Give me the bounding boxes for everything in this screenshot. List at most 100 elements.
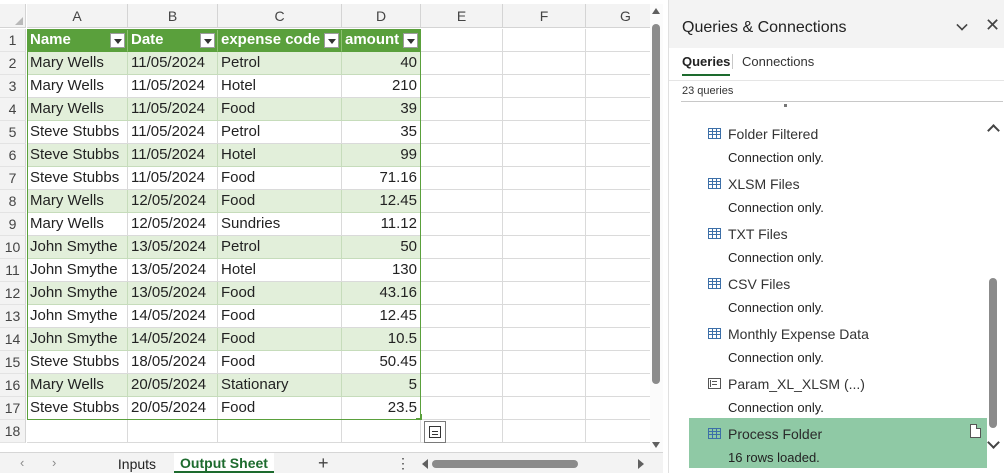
table-cell[interactable]: 13/05/2024 bbox=[128, 236, 218, 259]
cell[interactable] bbox=[421, 75, 503, 98]
column-header-e[interactable]: E bbox=[421, 4, 503, 28]
filter-dropdown-icon[interactable] bbox=[200, 33, 215, 48]
table-cell[interactable]: Mary Wells bbox=[27, 75, 128, 98]
cell[interactable] bbox=[421, 259, 503, 282]
cell[interactable] bbox=[421, 121, 503, 144]
tab-connections[interactable]: Connections bbox=[742, 54, 814, 69]
table-cell[interactable]: Hotel bbox=[218, 75, 342, 98]
tab-output-sheet[interactable]: Output Sheet bbox=[174, 453, 274, 473]
table-cell[interactable]: Steve Stubbs bbox=[27, 397, 128, 420]
table-cell[interactable]: 39 bbox=[342, 98, 421, 121]
table-cell[interactable]: 14/05/2024 bbox=[128, 305, 218, 328]
scroll-left-icon[interactable] bbox=[422, 459, 428, 469]
cell[interactable] bbox=[503, 328, 586, 351]
table-cell[interactable]: John Smythe bbox=[27, 236, 128, 259]
scroll-up-icon[interactable] bbox=[652, 8, 660, 14]
cell[interactable] bbox=[421, 397, 503, 420]
table-cell[interactable]: Food bbox=[218, 282, 342, 305]
sheet-horizontal-scrollbar[interactable] bbox=[420, 458, 646, 470]
table-cell[interactable]: Mary Wells bbox=[27, 190, 128, 213]
cell[interactable] bbox=[421, 52, 503, 75]
row-header-5[interactable]: 5 bbox=[0, 121, 26, 144]
cell[interactable] bbox=[421, 167, 503, 190]
cell[interactable] bbox=[421, 29, 503, 52]
next-sheet-icon[interactable]: › bbox=[52, 456, 62, 469]
row-header-2[interactable]: 2 bbox=[0, 52, 26, 75]
cell[interactable] bbox=[503, 98, 586, 121]
cell[interactable] bbox=[503, 167, 586, 190]
scroll-thumb[interactable] bbox=[989, 278, 997, 428]
table-cell[interactable]: Steve Stubbs bbox=[27, 144, 128, 167]
cell[interactable] bbox=[586, 328, 650, 351]
table-cell[interactable]: 11/05/2024 bbox=[128, 52, 218, 75]
column-header-g[interactable]: G bbox=[586, 4, 650, 28]
table-cell[interactable]: 99 bbox=[342, 144, 421, 167]
table-cell[interactable]: Petrol bbox=[218, 121, 342, 144]
row-header-16[interactable]: 16 bbox=[0, 374, 26, 397]
table-cell[interactable]: 50 bbox=[342, 236, 421, 259]
table-cell[interactable]: Mary Wells bbox=[27, 374, 128, 397]
cell[interactable] bbox=[586, 190, 650, 213]
table-cell[interactable]: 14/05/2024 bbox=[128, 328, 218, 351]
table-cell[interactable]: 13/05/2024 bbox=[128, 282, 218, 305]
query-item[interactable]: Process Folder 16 rows loaded. bbox=[689, 418, 987, 468]
table-cell[interactable]: Food bbox=[218, 397, 342, 420]
add-sheet-button[interactable]: + bbox=[318, 454, 329, 472]
cell[interactable] bbox=[421, 305, 503, 328]
table-cell[interactable]: Food bbox=[218, 328, 342, 351]
table-cell[interactable]: Food bbox=[218, 351, 342, 374]
query-item[interactable]: TXT Files Connection only. bbox=[689, 218, 987, 268]
filter-dropdown-icon[interactable] bbox=[324, 33, 339, 48]
cell[interactable] bbox=[128, 420, 218, 443]
column-header-c[interactable]: C bbox=[218, 4, 342, 28]
table-header-cell[interactable]: Date bbox=[128, 29, 218, 52]
cell[interactable] bbox=[586, 52, 650, 75]
query-item[interactable]: Folder Filtered Connection only. bbox=[689, 118, 987, 168]
table-cell[interactable]: 40 bbox=[342, 52, 421, 75]
table-cell[interactable]: John Smythe bbox=[27, 259, 128, 282]
row-header-18[interactable]: 18 bbox=[0, 420, 26, 443]
cell[interactable] bbox=[503, 29, 586, 52]
table-cell[interactable]: 11.12 bbox=[342, 213, 421, 236]
cell[interactable] bbox=[586, 167, 650, 190]
cell[interactable] bbox=[503, 213, 586, 236]
row-header-17[interactable]: 17 bbox=[0, 397, 26, 420]
chevron-down-icon[interactable] bbox=[987, 436, 1000, 449]
table-cell[interactable]: Petrol bbox=[218, 236, 342, 259]
query-item[interactable]: Monthly Expense Data Connection only. bbox=[689, 318, 987, 368]
filter-dropdown-icon[interactable] bbox=[110, 33, 125, 48]
table-cell[interactable]: 13/05/2024 bbox=[128, 259, 218, 282]
query-item[interactable]: XLSM Files Connection only. bbox=[689, 168, 987, 218]
table-cell[interactable]: 11/05/2024 bbox=[128, 75, 218, 98]
table-cell[interactable]: 43.16 bbox=[342, 282, 421, 305]
table-cell[interactable]: Food bbox=[218, 305, 342, 328]
cell[interactable] bbox=[586, 144, 650, 167]
row-header-3[interactable]: 3 bbox=[0, 75, 26, 98]
table-cell[interactable]: 130 bbox=[342, 259, 421, 282]
cell[interactable] bbox=[421, 351, 503, 374]
cell[interactable] bbox=[586, 259, 650, 282]
row-header-6[interactable]: 6 bbox=[0, 144, 26, 167]
cell[interactable] bbox=[503, 351, 586, 374]
table-cell[interactable]: Petrol bbox=[218, 52, 342, 75]
row-header-14[interactable]: 14 bbox=[0, 328, 26, 351]
row-header-7[interactable]: 7 bbox=[0, 167, 26, 190]
query-item[interactable]: CSV Files Connection only. bbox=[689, 268, 987, 318]
cell[interactable] bbox=[218, 420, 342, 443]
cell[interactable] bbox=[503, 282, 586, 305]
close-icon[interactable]: ✕ bbox=[985, 16, 1000, 34]
table-header-cell[interactable]: expense code bbox=[218, 29, 342, 52]
table-cell[interactable]: Sundries bbox=[218, 213, 342, 236]
sheet-vertical-scrollbar[interactable] bbox=[650, 4, 663, 452]
cell[interactable] bbox=[421, 190, 503, 213]
table-cell[interactable]: Mary Wells bbox=[27, 213, 128, 236]
table-cell[interactable]: John Smythe bbox=[27, 282, 128, 305]
cell[interactable] bbox=[503, 374, 586, 397]
table-cell[interactable]: 12/05/2024 bbox=[128, 213, 218, 236]
row-header-12[interactable]: 12 bbox=[0, 282, 26, 305]
cell[interactable] bbox=[421, 144, 503, 167]
cell[interactable] bbox=[503, 420, 586, 443]
table-cell[interactable]: 10.5 bbox=[342, 328, 421, 351]
cell[interactable] bbox=[503, 305, 586, 328]
cell[interactable] bbox=[503, 121, 586, 144]
